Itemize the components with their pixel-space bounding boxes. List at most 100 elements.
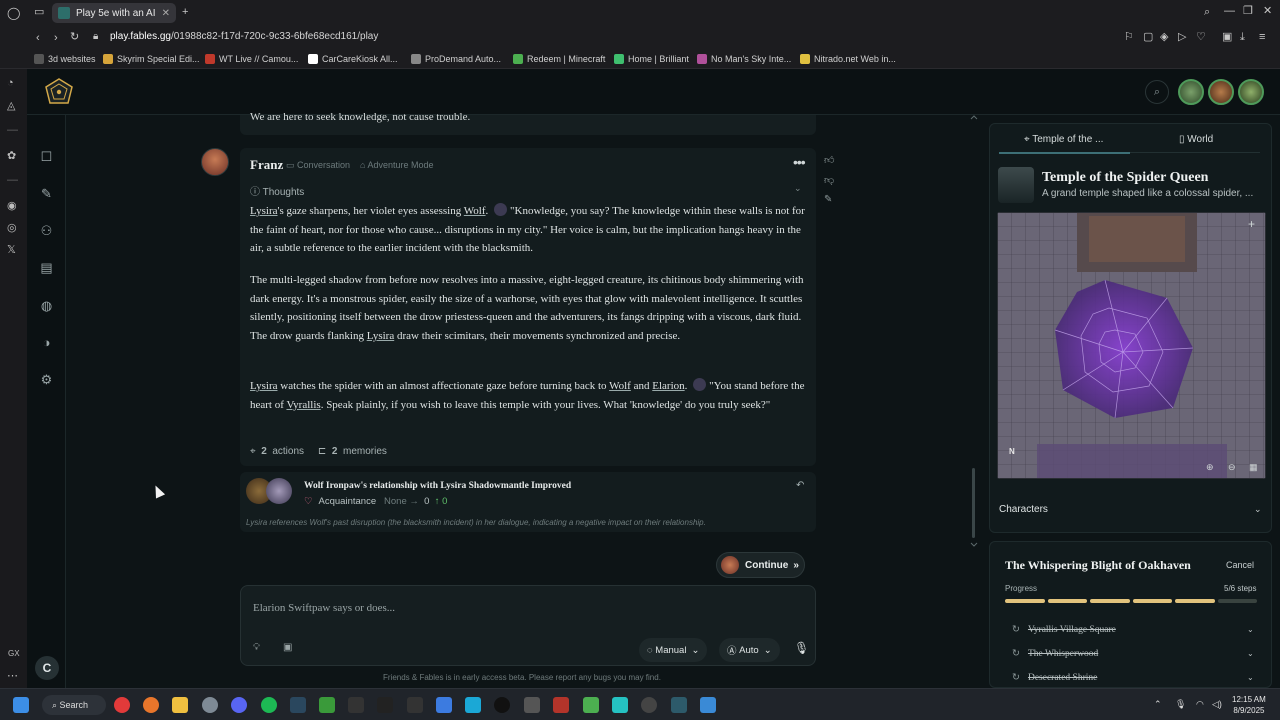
bookmark-item[interactable]: ProDemand Auto... xyxy=(411,54,501,64)
dice-icon[interactable]: ◑ xyxy=(39,335,54,350)
attach-icon[interactable]: ▣ xyxy=(283,642,292,653)
player-icon[interactable]: ▷ xyxy=(1178,32,1186,43)
messenger-icon[interactable]: ◉ xyxy=(7,199,17,212)
undo-icon[interactable]: ↶ xyxy=(796,480,804,491)
chevron-down-icon[interactable]: ⌄ xyxy=(794,183,802,194)
add-icon[interactable]: + xyxy=(1248,217,1255,231)
menu-icon[interactable]: ≡ xyxy=(1259,32,1265,43)
quest-step[interactable]: ↻ Vyrallis Village Square xyxy=(1012,624,1116,635)
edit-icon[interactable]: ✎ xyxy=(824,194,832,205)
bookmark-item[interactable]: Home | Brilliant xyxy=(614,54,689,64)
bookmark-page-icon[interactable]: ⚐ xyxy=(1124,32,1134,43)
bookmark-item[interactable]: 3d websites xyxy=(34,54,96,64)
opera-logo-icon[interactable]: ◯ xyxy=(7,7,20,19)
maximize-icon[interactable]: ❐ xyxy=(1243,6,1253,17)
journal-icon[interactable]: ▤ xyxy=(39,260,54,275)
bookmark-item[interactable]: WT Live // Camou... xyxy=(205,54,298,64)
microphone-tray-icon[interactable]: 🎙︎ xyxy=(1175,699,1186,710)
continue-button[interactable]: Continue » xyxy=(716,552,805,578)
shield-icon[interactable]: ◈ xyxy=(1160,32,1168,43)
snapshot-icon[interactable]: ▢ xyxy=(1143,32,1153,43)
app-icon[interactable] xyxy=(700,697,716,713)
app-icon[interactable] xyxy=(641,697,657,713)
hint-icon[interactable]: 💡︎ xyxy=(253,642,260,653)
message-options-icon[interactable]: ••• xyxy=(793,154,806,170)
party-icon[interactable]: ⚇ xyxy=(39,223,54,238)
app-icon[interactable] xyxy=(377,697,393,713)
speaker-avatar[interactable] xyxy=(201,148,229,176)
chat-icon[interactable]: ☐ xyxy=(39,149,54,164)
chevron-down-icon[interactable]: ⌄ xyxy=(1247,673,1254,682)
browser-tab[interactable]: Play 5e with an AI game ✕ xyxy=(52,3,176,23)
discord-icon[interactable] xyxy=(231,697,247,713)
extension-icon[interactable]: ▣ xyxy=(1222,32,1232,43)
minimize-icon[interactable]: — xyxy=(1224,6,1235,17)
steam-icon[interactable] xyxy=(290,697,306,713)
chat-scrollbar[interactable] xyxy=(970,115,978,688)
entity-link[interactable]: Wolf xyxy=(464,205,486,217)
party-avatar[interactable] xyxy=(1238,79,1264,105)
memories-button[interactable]: ⊏ 2 memories xyxy=(318,446,387,457)
user-avatar[interactable]: C xyxy=(35,656,59,680)
settings-rail-icon[interactable]: ✿ xyxy=(7,149,16,162)
gx-icon[interactable]: GX xyxy=(8,649,20,658)
zoom-out-icon[interactable]: ⊖ xyxy=(1228,462,1236,473)
url-field[interactable]: play.fables.gg/01988c82-f17d-720c-9c33-6… xyxy=(110,31,378,42)
file-explorer-icon[interactable] xyxy=(172,697,188,713)
firefox-icon[interactable] xyxy=(143,697,159,713)
entity-link[interactable]: Elarion xyxy=(652,380,684,392)
tab-world[interactable]: ▯ World xyxy=(1179,134,1213,145)
thoughts-toggle[interactable]: ⓘ Thoughts xyxy=(250,183,304,198)
tab-manager-icon[interactable]: ▭ xyxy=(34,7,44,18)
bookmark-item[interactable]: No Man's Sky Inte... xyxy=(697,54,791,64)
auto-select[interactable]: Ⓐ Auto ⌄ xyxy=(719,638,780,662)
world-icon[interactable]: ◍ xyxy=(39,298,54,313)
chevron-down-icon[interactable]: ⌄ xyxy=(1247,625,1254,634)
back-icon[interactable]: ‹ xyxy=(36,33,40,44)
epic-games-icon[interactable] xyxy=(348,697,364,713)
close-window-icon[interactable]: ✕ xyxy=(1263,6,1272,17)
grid-toggle-icon[interactable]: ▦ xyxy=(1249,462,1258,473)
volume-icon[interactable]: ◁) xyxy=(1212,699,1222,710)
close-tab-icon[interactable]: ✕ xyxy=(162,8,170,19)
taskbar-search[interactable]: ⌕ Search xyxy=(42,695,106,715)
app-icon[interactable] xyxy=(407,697,423,713)
app-icon[interactable] xyxy=(612,697,628,713)
app-icon[interactable] xyxy=(436,697,452,713)
settings-icon[interactable]: ⚙ xyxy=(39,372,54,387)
system-clock[interactable]: 12:15 AM 8/9/2025 xyxy=(1232,694,1266,716)
microphone-icon[interactable]: 🎙︎ xyxy=(794,641,809,655)
search-tabs-icon[interactable]: ⌕ xyxy=(1204,7,1210,18)
fables-logo-icon[interactable] xyxy=(44,77,74,105)
app-icon[interactable] xyxy=(494,697,510,713)
aria-icon[interactable]: ◬ xyxy=(7,99,15,112)
wifi-icon[interactable]: ◠ xyxy=(1196,699,1204,710)
entity-link[interactable]: Lysira xyxy=(250,380,278,392)
app-icon[interactable] xyxy=(671,697,687,713)
actions-button[interactable]: ⌖ 2 actions xyxy=(250,446,304,457)
action-input[interactable]: Elarion Swiftpaw says or does... 💡︎ ▣ ◌ … xyxy=(240,585,816,666)
party-avatar[interactable] xyxy=(1178,79,1204,105)
header-search-button[interactable]: ⌕ xyxy=(1145,80,1169,104)
tray-overflow-icon[interactable]: ⌃ xyxy=(1154,699,1162,710)
bookmark-item[interactable]: CarCareKiosk All... xyxy=(308,54,398,64)
bookmark-item[interactable]: Redeem | Minecraft xyxy=(513,54,605,64)
reload-icon[interactable]: ↻ xyxy=(70,32,79,43)
bookmark-item[interactable]: Nitrado.net Web in... xyxy=(800,54,896,64)
spotify-icon[interactable] xyxy=(261,697,277,713)
scene-map[interactable]: + N ⊕ ⊖ ▦ xyxy=(997,212,1266,479)
party-avatar[interactable] xyxy=(1208,79,1234,105)
settings-app-icon[interactable] xyxy=(202,697,218,713)
entity-link[interactable]: Wolf xyxy=(609,380,631,392)
chevron-down-icon[interactable]: ⌄ xyxy=(1254,504,1262,515)
mode-select[interactable]: ◌ Manual ⌄ xyxy=(639,638,708,662)
heart-icon[interactable]: ♡ xyxy=(1196,32,1206,43)
app-icon[interactable] xyxy=(524,697,540,713)
app-icon[interactable] xyxy=(465,697,481,713)
bookmark-item[interactable]: Skyrim Special Edi... xyxy=(103,54,200,64)
entity-link[interactable]: Lysira xyxy=(367,330,395,342)
characters-section-toggle[interactable]: Characters xyxy=(999,504,1048,515)
x-icon[interactable]: 𝕏 xyxy=(7,243,16,256)
new-tab-icon[interactable]: + xyxy=(182,7,188,18)
quest-step[interactable]: ↻ The Whisperwood xyxy=(1012,648,1098,659)
